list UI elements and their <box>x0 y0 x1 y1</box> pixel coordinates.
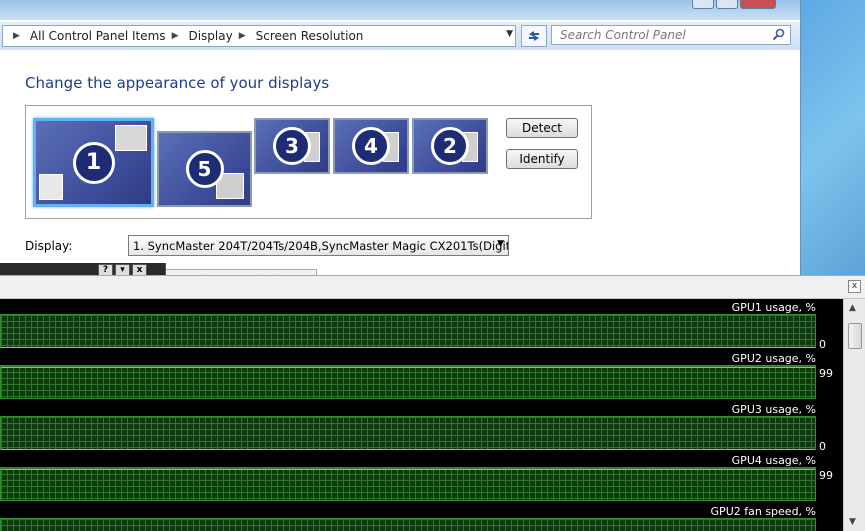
scroll-down-icon[interactable]: ▼ <box>849 517 856 527</box>
refresh-icon <box>529 31 539 41</box>
gpu-graph-line <box>1 347 815 348</box>
monitor-4[interactable]: 4 <box>333 118 409 174</box>
gpu-graph-plot <box>0 365 816 399</box>
gpu-monitor-window: x GPU1 usage, % 0 GPU2 usage, % 99 GPU3 usag… <box>0 275 865 531</box>
scroll-up-icon[interactable]: ▲ <box>849 303 856 313</box>
minimize-button[interactable] <box>692 0 714 9</box>
maximize-button[interactable] <box>716 0 738 9</box>
monitor-number-badge: 4 <box>352 127 390 165</box>
gpu-monitor-close-button[interactable]: x <box>848 280 861 293</box>
refresh-button[interactable] <box>521 25 547 47</box>
gpu-graph: GPU2 usage, % 99 <box>0 350 843 401</box>
address-dropdown-icon[interactable]: ▼ <box>506 29 513 39</box>
gpu-graph-label: GPU2 usage, % <box>731 352 816 365</box>
gpu-graph-plot <box>0 467 816 501</box>
monitor-number-badge: 2 <box>431 127 469 165</box>
chevron-down-icon[interactable]: ▼ <box>497 239 504 249</box>
monitor-2[interactable]: 2 <box>412 118 488 174</box>
breadcrumb[interactable]: ▶ All Control Panel Items ▶ Display ▶ Sc… <box>2 25 516 47</box>
gpu-graph: GPU4 usage, % 99 <box>0 452 843 503</box>
monitor-number-badge: 5 <box>185 150 224 188</box>
window-thumbnail-icon <box>39 174 63 200</box>
window-close-button[interactable] <box>740 0 776 9</box>
window-title-strip <box>0 0 800 20</box>
gpu-graph: GPU3 usage, % 0 <box>0 401 843 453</box>
identify-button[interactable]: Identify <box>506 149 578 169</box>
breadcrumb-item[interactable]: All Control Panel Items ▶ <box>26 29 185 43</box>
display-select-value: 1. SyncMaster 204T/204Ts/204B,SyncMaster… <box>133 238 509 253</box>
gpu-graph-line <box>1 449 815 450</box>
search-input[interactable]: Search Control Panel <box>551 25 791 45</box>
gpu-graph-label: GPU2 fan speed, % <box>710 505 816 518</box>
gpu-graph: GPU2 fan speed, % <box>0 503 843 531</box>
page-title: Change the appearance of your displays <box>25 74 330 92</box>
gpu-graph-label: GPU3 usage, % <box>731 403 816 416</box>
monitor-arrangement-area: 1 5 3 4 2 Detect Identify <box>25 105 592 219</box>
gpu-graph-value: 99 <box>819 367 833 380</box>
gpu-graph-plot <box>0 416 816 450</box>
breadcrumb-item[interactable]: Screen Resolution <box>252 29 370 43</box>
breadcrumb-item-label: Display <box>188 29 233 43</box>
display-select[interactable]: 1. SyncMaster 204T/204Ts/204B,SyncMaster… <box>128 235 509 256</box>
chevron-right-icon[interactable]: ▶ <box>239 31 246 41</box>
monitor-5[interactable]: 5 <box>157 131 252 207</box>
gpu-graph-label: GPU4 usage, % <box>731 454 816 467</box>
gpu-graph-line <box>1 469 815 471</box>
monitor-1[interactable]: 1 <box>33 118 154 207</box>
detect-button[interactable]: Detect <box>506 118 578 138</box>
scrollbar-thumb[interactable] <box>848 323 862 349</box>
window-caption-buttons <box>692 0 776 9</box>
chevron-right-icon[interactable]: ▶ <box>172 31 179 41</box>
gpu-monitor-header: x <box>0 276 865 299</box>
window-thumbnail-icon <box>115 125 147 151</box>
gpu-graph-line <box>1 367 815 369</box>
chevron-right-icon: ▶ <box>13 31 20 41</box>
gpu-graph-plot <box>0 314 816 348</box>
breadcrumb-item[interactable]: Display ▶ <box>184 29 251 43</box>
gpu-graph: GPU1 usage, % 0 <box>0 299 843 351</box>
search-icon[interactable] <box>772 28 786 42</box>
breadcrumb-item-label: Screen Resolution <box>255 29 364 43</box>
breadcrumb-back-chevron[interactable]: ▶ <box>3 31 26 41</box>
gpu-graph-plot <box>0 518 816 531</box>
monitor-number-badge: 3 <box>273 127 311 165</box>
search-placeholder: Search Control Panel <box>560 28 686 42</box>
breadcrumb-item-label: All Control Panel Items <box>29 29 166 43</box>
display-label: Display: <box>25 239 73 253</box>
gpu-graph-value: 99 <box>819 469 833 482</box>
gpu-graph-list: GPU1 usage, % 0 GPU2 usage, % 99 GPU3 usage,… <box>0 299 843 531</box>
vertical-scrollbar[interactable]: ▲ ▼ <box>843 299 865 531</box>
gpu-graph-label: GPU1 usage, % <box>731 301 816 314</box>
monitor-3[interactable]: 3 <box>254 118 330 174</box>
monitor-number-badge: 1 <box>72 141 115 184</box>
control-panel-window: ▶ All Control Panel Items ▶ Display ▶ Sc… <box>0 0 801 300</box>
address-bar: ▶ All Control Panel Items ▶ Display ▶ Sc… <box>0 22 800 50</box>
